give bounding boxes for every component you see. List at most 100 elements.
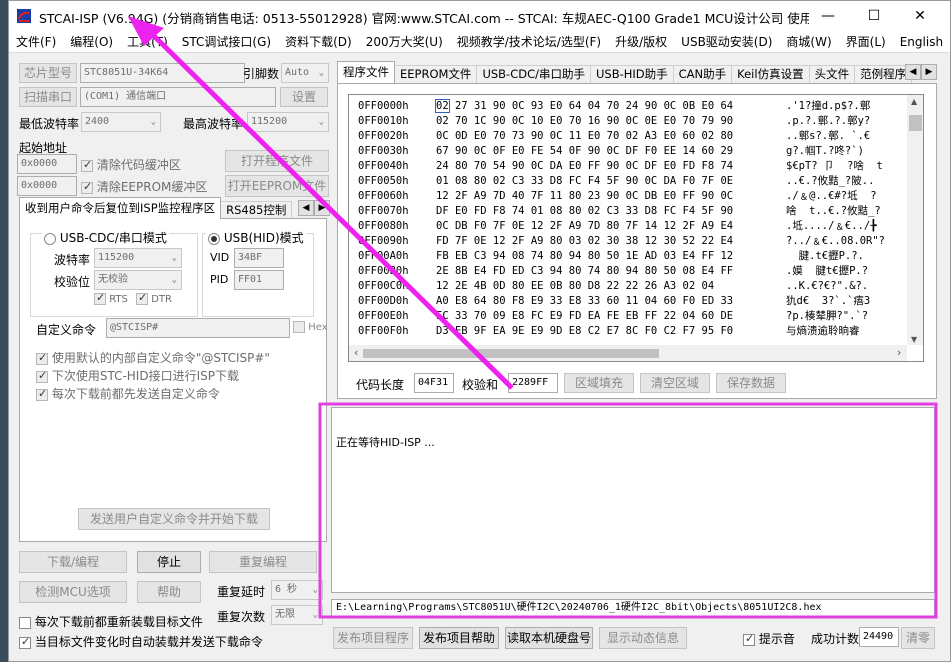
tab-keil-sim[interactable]: Keil仿真设置 [731, 65, 810, 83]
next-hid-checkbox[interactable] [36, 369, 48, 383]
read-disk-id-button[interactable]: 读取本机硬盘号 [505, 627, 593, 649]
beep-checkbox[interactable] [743, 632, 755, 646]
repeat-delay-select[interactable]: 6 秒 ⌄ [271, 580, 323, 600]
minimize-button[interactable]: — [805, 1, 851, 31]
menu-interface[interactable]: 界面(L) [839, 33, 893, 50]
pin-count-select[interactable]: Auto ⌄ [281, 63, 329, 83]
tab-examples[interactable]: 范例程序 [854, 65, 913, 83]
clear-region-button[interactable]: 清空区域 [640, 373, 710, 393]
scroll-thumb[interactable] [909, 115, 922, 131]
scan-port-button[interactable]: 扫描串口 [19, 87, 77, 107]
clear-eeprom-option[interactable]: 清除EEPROM缓冲区 [81, 178, 207, 195]
tab-rs485[interactable]: RS485控制 [220, 201, 293, 219]
show-dynamic-info-button[interactable]: 显示动态信息 [599, 627, 687, 649]
custom-command-field[interactable]: @STCISP# [106, 318, 290, 338]
menu-usb-driver[interactable]: USB驱动安装(D) [674, 33, 779, 50]
baud-select[interactable]: 115200 ⌄ [94, 248, 182, 268]
chip-model-button[interactable]: 芯片型号 [19, 63, 77, 83]
vid-field[interactable]: 34BF [234, 248, 284, 268]
menu-tools[interactable]: 工具(T) [120, 33, 175, 50]
code-start-address[interactable]: 0x0000 [17, 154, 77, 174]
rts-option[interactable]: RTS [94, 291, 128, 305]
clear-code-checkbox[interactable] [81, 158, 93, 172]
dtr-checkbox[interactable] [136, 291, 148, 305]
beep-option[interactable]: 提示音 [743, 630, 795, 647]
stop-button[interactable]: 停止 [137, 551, 201, 573]
auto-load-option[interactable]: 当目标文件变化时自动装载并发送下载命令 [19, 633, 263, 650]
menu-upgrade[interactable]: 升级/版权 [608, 33, 674, 50]
send-before-download-checkbox[interactable] [36, 387, 48, 401]
menu-file[interactable]: 文件(F) [9, 33, 63, 50]
menu-downloads[interactable]: 资料下载(D) [278, 33, 359, 50]
download-program-button[interactable]: 下载/编程 [19, 551, 127, 573]
tab-usb-hid-helper[interactable]: USB-HID助手 [589, 65, 674, 83]
hex-horizontal-scrollbar[interactable]: ‹ › [349, 345, 907, 361]
menu-prize[interactable]: 200万大奖(U) [359, 33, 450, 50]
file-path-field[interactable]: E:\Learning\Programs\STC8051U\硬件I2C\2024… [331, 599, 935, 617]
repeat-program-button[interactable]: 重复编程 [209, 551, 317, 573]
repeat-count-select[interactable]: 无限 ⌄ [271, 605, 323, 625]
chip-model-field[interactable]: STC8051U-34K64 [80, 63, 245, 83]
code-length-field[interactable]: 04F31 [414, 373, 454, 393]
parity-select[interactable]: 无校验 ⌄ [94, 270, 182, 290]
region-fill-button[interactable]: 区域填充 [564, 373, 634, 393]
menu-video-forum[interactable]: 视频教学/技术论坛/选型(F) [450, 33, 608, 50]
open-eeprom-file-button[interactable]: 打开EEPROM文件 [225, 175, 329, 197]
port-settings-button[interactable]: 设置 [280, 87, 328, 107]
dtr-option[interactable]: DTR [136, 291, 172, 305]
pid-field[interactable]: FF01 [234, 270, 284, 290]
auto-load-checkbox[interactable] [19, 635, 31, 649]
log-output[interactable]: 正在等待HID-ISP ... [331, 407, 935, 593]
max-baud-select[interactable]: 115200 ⌄ [247, 112, 329, 132]
h-scroll-thumb[interactable] [363, 349, 659, 358]
menu-english[interactable]: English [893, 35, 950, 49]
close-button[interactable]: ✕ [897, 1, 943, 31]
tab-usb-cdc-helper[interactable]: USB-CDC/串口助手 [476, 65, 591, 83]
tab-scroll-right-icon[interactable]: ▶ [314, 200, 330, 216]
open-program-file-button[interactable]: 打开程序文件 [225, 150, 329, 172]
menu-stc-debug[interactable]: STC调试接口(G) [175, 33, 278, 50]
usb-hid-radio[interactable] [208, 232, 220, 245]
tab-header-file[interactable]: 头文件 [808, 65, 856, 83]
tab-program-file[interactable]: 程序文件 [337, 61, 395, 83]
hex-viewer[interactable]: 0FF0000h 02 27 31 90 0C 93 E0 64 04 70 24… [348, 94, 924, 362]
usb-cdc-radio[interactable] [44, 232, 56, 245]
right-tab-scroll-right-icon[interactable]: ▶ [921, 64, 937, 80]
tab-can-helper[interactable]: CAN助手 [672, 65, 733, 83]
right-tab-scroll-left-icon[interactable]: ◀ [905, 64, 921, 80]
hex-checkbox[interactable] [293, 321, 305, 333]
eeprom-start-address[interactable]: 0x0000 [17, 176, 77, 196]
save-data-button[interactable]: 保存数据 [716, 373, 786, 393]
scroll-left-icon[interactable]: ‹ [354, 346, 358, 359]
usb-cdc-mode-option[interactable]: USB-CDC/串口模式 [42, 229, 169, 246]
publish-program-button[interactable]: 发布项目程序 [333, 627, 413, 649]
success-count-field[interactable]: 24490 [859, 627, 899, 647]
usb-hid-mode-option[interactable]: USB(HID)模式 [206, 229, 306, 246]
tab-scroll-left-icon[interactable]: ◀ [298, 200, 314, 216]
use-default-cmd-checkbox[interactable] [36, 351, 48, 365]
hex-vertical-scrollbar[interactable]: ▲ ▼ [907, 95, 923, 345]
send-custom-command-button[interactable]: 发送用户自定义命令并开始下载 [78, 508, 270, 530]
menu-shop[interactable]: 商城(W) [779, 33, 838, 50]
menu-program[interactable]: 编程(O) [63, 33, 120, 50]
port-field[interactable]: (COM1) 通信端口 [80, 87, 276, 107]
send-before-download-option[interactable]: 每次下载前都先发送自定义命令 [36, 385, 220, 402]
maximize-button[interactable]: ☐ [851, 1, 897, 31]
min-baud-select[interactable]: 2400 ⌄ [81, 112, 161, 132]
checksum-field[interactable]: 2289FF [508, 373, 558, 393]
rts-checkbox[interactable] [94, 291, 106, 305]
clear-code-option[interactable]: 清除代码缓冲区 [81, 156, 181, 173]
reload-each-checkbox[interactable] [19, 616, 31, 629]
detect-mcu-button[interactable]: 检测MCU选项 [19, 581, 127, 603]
publish-help-button[interactable]: 发布项目帮助 [419, 627, 499, 649]
next-hid-option[interactable]: 下次使用STC-HID接口进行ISP下载 [36, 367, 239, 384]
clear-count-button[interactable]: 清零 [901, 627, 935, 649]
reload-each-option[interactable]: 每次下载前都重新装载目标文件 [19, 613, 203, 630]
use-default-cmd-option[interactable]: 使用默认的内部自定义命令"@STCISP#" [36, 349, 270, 366]
tab-isp-reset[interactable]: 收到用户命令后复位到ISP监控程序区 [19, 197, 222, 219]
scroll-right-icon[interactable]: › [897, 346, 901, 359]
scroll-up-icon[interactable]: ▲ [911, 97, 917, 106]
hex-option[interactable]: Hex [293, 321, 328, 333]
help-button[interactable]: 帮助 [137, 581, 201, 603]
clear-eeprom-checkbox[interactable] [81, 180, 93, 194]
